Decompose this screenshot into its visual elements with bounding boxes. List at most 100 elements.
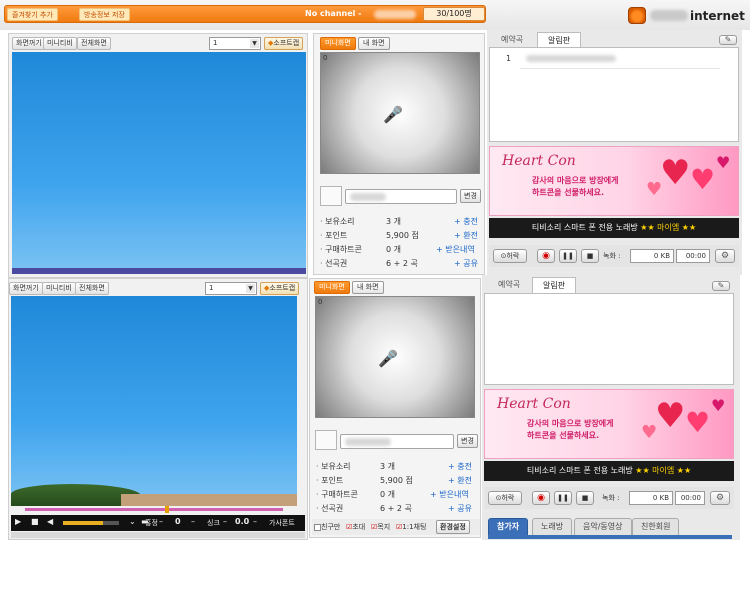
info-row-label: · 선곡권	[320, 259, 348, 268]
mini-video-2[interactable]: 0 🎤	[315, 296, 475, 418]
info-label: 보유소리	[321, 462, 351, 471]
reserved-list-2[interactable]	[484, 293, 734, 385]
karaoke-text: 티비소리 스마트 폰 전용 노래방	[526, 466, 633, 475]
exchange-link-2[interactable]: + 환전	[448, 475, 472, 486]
received-link-2[interactable]: + 받은내역	[430, 489, 469, 500]
fullscreen-button[interactable]: 전체화면	[77, 37, 111, 50]
star-icon: ★★	[635, 466, 650, 475]
channel-select-2[interactable]: 1 ▼	[205, 282, 257, 295]
edit-icon[interactable]: ✎	[712, 281, 730, 291]
fullscreen-button-2[interactable]: 전체화면	[75, 282, 109, 295]
tab-mini-screen[interactable]: 미니화면	[320, 37, 356, 50]
checkbox-icon[interactable]	[314, 523, 321, 531]
tab-notice-board-2[interactable]: 알림판	[532, 277, 577, 293]
heartcon-banner-2[interactable]: Heart Con 감사의 마음으로 방장에게 하트콘을 선물하세요. ♥ ♥ …	[484, 389, 734, 459]
heart-icon: ♥	[685, 406, 711, 439]
screen-off-button[interactable]: 화면꺼기	[12, 37, 46, 50]
softcap-button[interactable]: ◆소프트캡	[264, 37, 304, 50]
karaoke-banner[interactable]: 티비소리 스마트 폰 전용 노래방 ★★ 마이엠 ★★	[489, 218, 739, 238]
exchange-link[interactable]: + 환전	[454, 230, 478, 241]
edit-icon[interactable]: ✎	[719, 35, 737, 45]
info-value: 0 개	[380, 490, 395, 499]
charge-link[interactable]: + 충전	[454, 216, 478, 227]
nickname-field[interactable]	[345, 189, 457, 204]
tab-close-friends[interactable]: 친한회원	[632, 518, 680, 535]
allow-label: 허락	[506, 252, 520, 260]
info-row-label: · 보유소리	[316, 462, 351, 471]
pause-button[interactable]: ❚❚	[559, 249, 577, 263]
play-icon[interactable]: ▶	[15, 517, 21, 526]
video-index: 0	[323, 54, 328, 62]
tab-notice-board[interactable]: 알림판	[537, 32, 582, 48]
record-button-2[interactable]: ◉	[532, 491, 550, 505]
broadcast-save-button[interactable]: 방송정보 저장	[79, 8, 130, 21]
check-invite[interactable]: ☑초대	[346, 522, 365, 532]
softcap-button-2[interactable]: ◆소프트캡	[260, 282, 300, 295]
options-row: 친구만 ☑초대 ☑목지 ☑1:1채팅 환경설정	[312, 519, 480, 535]
allow-button[interactable]: ⊙허락	[493, 249, 527, 263]
seek-handle[interactable]	[165, 506, 169, 513]
stop-icon[interactable]: ■	[31, 517, 39, 526]
pause-button-2[interactable]: ❚❚	[554, 491, 572, 505]
chevron-down-icon: ▼	[250, 39, 259, 48]
mini-tv-button[interactable]: 미니티비	[43, 37, 77, 50]
reserved-list[interactable]: 1	[489, 47, 739, 142]
check-label: 1:1채팅	[402, 523, 427, 531]
volume-slider[interactable]	[63, 521, 119, 525]
sink-label: 싱크	[207, 519, 220, 527]
tab-music-video[interactable]: 음악/동영상	[574, 518, 632, 535]
viewer-count: 30/100명	[423, 7, 485, 21]
channel-select[interactable]: 1 ▼	[209, 37, 261, 50]
allow-button-2[interactable]: ⊙허락	[488, 491, 522, 505]
mini-video[interactable]: 0 🎤	[320, 52, 480, 174]
tab-notice-label-2: 알림판	[543, 281, 566, 290]
nickname-field-2[interactable]	[340, 434, 454, 449]
video-panel-bottom: 화면꺼기 미니티비 전체화면 1 ▼ ◆소프트캡 ▶ ■ ◀ ⌄ ▬ 홍정 – 0…	[8, 278, 308, 540]
tab-my-screen[interactable]: 내 화면	[358, 37, 390, 50]
info-value: 6 + 2 곡	[386, 259, 418, 268]
check-private-chat[interactable]: ☑1:1채팅	[396, 522, 426, 532]
received-link[interactable]: + 받은내역	[436, 244, 475, 255]
tab-karaoke[interactable]: 노래방	[532, 518, 573, 535]
mini-tv-button-2[interactable]: 미니티비	[42, 282, 76, 295]
stop-button-2[interactable]: ■	[576, 491, 594, 505]
lyrics-font-button[interactable]: 가사폰트	[269, 518, 295, 528]
info-row-label: · 구매하트콘	[316, 490, 358, 499]
stop-button[interactable]: ■	[581, 249, 599, 263]
share-link-2[interactable]: + 공유	[448, 503, 472, 514]
favorites-button[interactable]: 즐겨찾기 추가	[7, 8, 58, 21]
volume-icon[interactable]: ◀	[47, 517, 53, 526]
stop-icon: ■	[581, 494, 589, 502]
check-mute[interactable]: ☑목지	[371, 522, 390, 532]
tab-reserved-songs[interactable]: 예약곡	[491, 32, 533, 48]
screen-off-button-2[interactable]: 화면꺼기	[9, 282, 43, 295]
video-screen-bottom[interactable]	[11, 296, 297, 506]
gear-icon[interactable]: ⚙	[710, 491, 730, 505]
record-label: 녹화 :	[602, 494, 620, 502]
video-screen-top[interactable]	[12, 52, 306, 274]
heartcon-banner[interactable]: Heart Con 감사의 마음으로 방장에게 하트콘을 선물하세요. ♥ ♥ …	[489, 146, 739, 216]
change-button[interactable]: 변경	[460, 189, 481, 203]
karaoke-banner-2[interactable]: 티비소리 스마트 폰 전용 노래방 ★★ 마이엠 ★★	[484, 461, 734, 481]
check-friends-only[interactable]: 친구만	[314, 522, 340, 532]
tab-mini-screen-2[interactable]: 미니화면	[314, 281, 350, 294]
tab-participants[interactable]: 참가자	[488, 518, 529, 535]
avatar	[315, 430, 337, 450]
gear-icon[interactable]: ⚙	[715, 249, 735, 263]
heart-icon: ♥	[660, 153, 691, 193]
allow-label: 허락	[501, 494, 515, 502]
record-button[interactable]: ◉	[537, 249, 555, 263]
record-time: 00:00	[675, 491, 705, 505]
info-label: 보유소리	[325, 217, 355, 226]
dash-icon: –	[223, 517, 227, 526]
charge-link-2[interactable]: + 충전	[448, 461, 472, 472]
tab-my-screen-2[interactable]: 내 화면	[352, 281, 384, 294]
change-button-2[interactable]: 변경	[457, 434, 478, 448]
ground-strip	[121, 494, 297, 506]
chevron-down-icon[interactable]: ⌄	[129, 517, 136, 526]
settings-button[interactable]: 환경설정	[436, 520, 470, 534]
share-link[interactable]: + 공유	[454, 258, 478, 269]
tab-reserved-songs-2[interactable]: 예약곡	[488, 277, 530, 293]
tab-reserved-label-2: 예약곡	[498, 280, 521, 289]
seek-track[interactable]	[11, 506, 297, 513]
